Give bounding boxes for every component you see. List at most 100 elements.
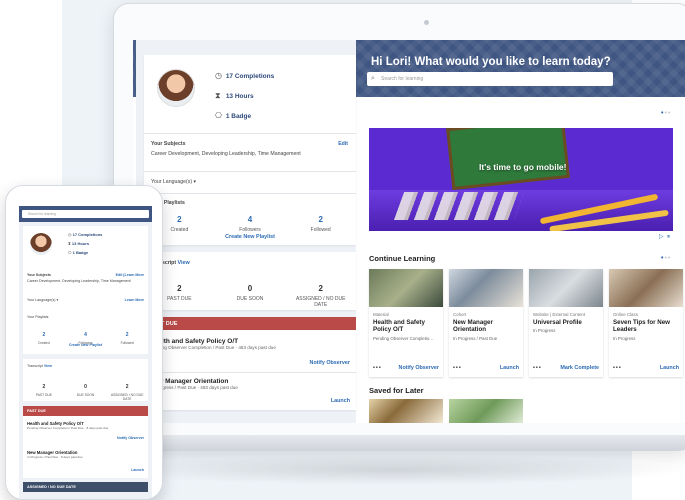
play-icon[interactable]: ▷: [659, 234, 664, 240]
edit-subjects-link[interactable]: Edit: [338, 141, 348, 147]
laptop-device: ◷ 17 Completions ⧗ 13 Hours ⎔ 1 Badge Yo…: [113, 3, 685, 451]
due-soon-count-cell[interactable]: 0 DUE SOON: [215, 278, 286, 308]
carousel-dots[interactable]: •••: [661, 255, 671, 262]
search-icon: ⌕: [371, 75, 375, 82]
launch-button[interactable]: Launch: [331, 398, 350, 404]
course-card[interactable]: Cohort New Manager Orientation In Progre…: [449, 269, 523, 377]
due-soon-count: 0: [247, 284, 253, 293]
phone-search-input[interactable]: Search for learning: [22, 210, 149, 218]
saved-thumbnail[interactable]: [369, 399, 443, 423]
laptop-screen: ◷ 17 Completions ⧗ 13 Hours ⎔ 1 Badge Yo…: [133, 40, 685, 423]
languages-dropdown[interactable]: Your Language(s) ▾: [151, 179, 196, 185]
phone-edit-subjects-link[interactable]: Edit [Learn More: [116, 273, 144, 277]
notify-observer-button[interactable]: Notify Observer: [310, 360, 350, 366]
phone-followers-count: 4: [84, 332, 87, 338]
phone-due-soon-cell[interactable]: 0 DUE SOON: [65, 375, 107, 401]
assigned-count-cell[interactable]: 2 ASSIGNED / NO DUE DATE: [285, 278, 356, 308]
phone-header: Search for learning: [19, 206, 152, 222]
left-column: ◷ 17 Completions ⧗ 13 Hours ⎔ 1 Badge Yo…: [136, 40, 356, 423]
course-title: New Manager Orientation: [453, 319, 493, 334]
badge-stat[interactable]: ⎔ 1 Badge: [215, 111, 251, 120]
hours-count: 13: [225, 93, 234, 100]
phone-followers[interactable]: 4 Followers: [65, 323, 107, 345]
hero-banner[interactable]: It's time to go mobile!: [369, 128, 673, 231]
course-type: Material: [373, 312, 389, 317]
camera-icon: [424, 20, 429, 25]
avatar[interactable]: [157, 69, 195, 107]
launch-button[interactable]: Launch: [500, 365, 519, 371]
caret-down-icon: ▾: [193, 179, 197, 185]
phone-learn-more-link[interactable]: Learn More: [125, 298, 144, 302]
mark-complete-button[interactable]: Mark Complete: [560, 365, 599, 371]
phone-assigned-cell[interactable]: 2 ASSIGNED / NO DUE DATE: [106, 375, 148, 401]
more-options-icon[interactable]: •••: [533, 365, 542, 371]
course-card[interactable]: Online Class Seven Tips for New Leaders …: [609, 269, 683, 377]
more-options-icon[interactable]: •••: [453, 365, 462, 371]
greeting-title: Hi Lori! What would you like to learn to…: [371, 56, 611, 68]
phone-languages-dropdown[interactable]: Your Language(s) ▾: [27, 298, 58, 302]
desks-illustration: [393, 192, 525, 220]
search-input[interactable]: ⌕ Search for learning: [367, 72, 613, 86]
divider: [144, 171, 356, 172]
phone-search-placeholder: Search for learning: [28, 212, 56, 216]
phone-created-count: 2: [42, 332, 46, 338]
item-title: New Manager Orientation: [150, 378, 229, 385]
due-soon-label: DUE SOON: [236, 296, 264, 302]
chalkboard-illustration: [446, 128, 570, 190]
profile-card: ◷ 17 Completions ⧗ 13 Hours ⎔ 1 Badge Yo…: [144, 55, 356, 245]
list-item[interactable]: New Manager Orientation In Progress / Pa…: [27, 450, 83, 459]
list-item[interactable]: New Manager Orientation In Progress / Pa…: [150, 378, 238, 390]
caret-down-icon: ▾: [56, 298, 59, 302]
followers-label: Followers: [239, 227, 261, 233]
list-item[interactable]: Health and Safety Policy O/T Pending Obs…: [27, 421, 108, 430]
divider: [144, 193, 356, 194]
playlist-followed[interactable]: 2 Followed: [285, 209, 356, 233]
phone-playlists-label: Your Playlists: [27, 315, 49, 319]
carousel-dots[interactable]: •••: [661, 110, 671, 117]
course-thumbnail: [609, 269, 683, 307]
list-item[interactable]: Health and Safety Policy O/T Pending Obs…: [150, 338, 276, 350]
phone-launch-button[interactable]: Launch: [131, 468, 144, 472]
phone-completions-stat[interactable]: ◷ 17 Completions: [68, 232, 102, 237]
hours-label: Hours: [234, 93, 254, 100]
completions-stat[interactable]: ◷ 17 Completions: [215, 71, 274, 80]
phone-transcript-view-link[interactable]: View: [44, 364, 52, 368]
hourglass-icon: ⧗: [215, 91, 221, 100]
phone-hours: 13 Hours: [71, 241, 90, 246]
playlist-followers[interactable]: 4 Followers: [215, 209, 286, 233]
phone-create-playlist-link[interactable]: Create New Playlist: [23, 343, 148, 347]
hero-caption: It's time to go mobile!: [479, 162, 567, 172]
more-options-icon[interactable]: •••: [613, 365, 622, 371]
phone-notify-observer-button[interactable]: Notify Observer: [117, 436, 144, 440]
carousel-controls[interactable]: ▷ ⏸: [659, 233, 670, 241]
phone-badge-stat[interactable]: ⎔ 1 Badge: [68, 250, 88, 255]
pause-icon[interactable]: ⏸: [667, 234, 670, 240]
course-card[interactable]: Material Health and Safety Policy O/T Pe…: [369, 269, 443, 377]
phone-past-due-cell[interactable]: 2 PAST DUE: [23, 375, 65, 401]
launch-button[interactable]: Launch: [660, 365, 679, 371]
completions-count: 17: [225, 73, 234, 80]
item-subtitle: Pending Observer Completion / Past Due ·…: [150, 345, 276, 350]
phone-created[interactable]: 2 Created: [23, 323, 65, 345]
saved-for-later-title: Saved for Later: [369, 386, 424, 395]
phone-badge: 1 Badge: [72, 250, 89, 255]
clock-check-icon: ◷: [215, 71, 222, 80]
languages-label: Your Language(s): [151, 179, 193, 185]
course-type: Cohort: [453, 312, 467, 317]
phone-followed[interactable]: 2 Followed: [106, 323, 148, 345]
hours-stat[interactable]: ⧗ 13 Hours: [215, 91, 254, 101]
transcript-view-link[interactable]: View: [178, 260, 190, 266]
avatar[interactable]: [30, 233, 52, 255]
notify-observer-button[interactable]: Notify Observer: [399, 365, 439, 371]
more-options-icon[interactable]: •••: [373, 365, 382, 371]
course-card[interactable]: Website | External Content Universal Pro…: [529, 269, 603, 377]
create-playlist-link[interactable]: Create New Playlist: [144, 234, 356, 240]
phone-transcript-card: Transcript View 2 PAST DUE 0 DUE SOON 2 ASS…: [23, 359, 148, 401]
phone-followed-count: 2: [125, 332, 129, 338]
saved-thumbnail[interactable]: [449, 399, 523, 423]
badge-count: 1: [225, 113, 230, 120]
phone-hours-stat[interactable]: ⧗ 13 Hours: [68, 241, 89, 246]
assigned-label: ASSIGNED / NO DUE DATE: [295, 296, 346, 308]
device-shadow: [100, 455, 685, 485]
phone-transcript-counts: 2 PAST DUE 0 DUE SOON 2 ASSIGNED / NO DUE D…: [23, 375, 148, 401]
